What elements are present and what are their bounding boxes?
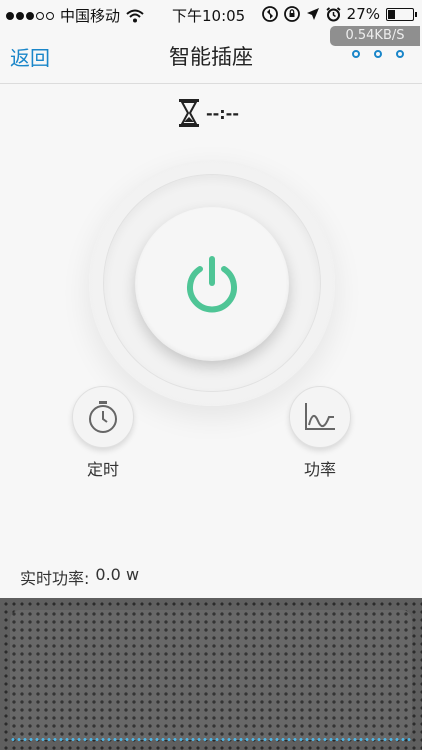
line-chart-icon (305, 403, 335, 430)
stopwatch-icon (89, 401, 117, 433)
signal-icon (6, 11, 54, 20)
nav-bar: 返回 智能插座 (0, 28, 422, 84)
realtime-power: 实时功率: 0.0 w (20, 565, 139, 589)
alarm-icon (326, 6, 341, 21)
realtime-power-label: 实时功率: (20, 569, 90, 588)
status-left: 中国移动 (6, 5, 144, 26)
hourglass-icon (179, 99, 199, 127)
timer-label: 定时 (86, 460, 119, 479)
power-button[interactable] (135, 207, 289, 361)
more-options-button[interactable] (352, 50, 404, 58)
speaker-grille-inner (10, 610, 412, 740)
carrier-name: 中国移动 (60, 7, 121, 25)
wifi-icon (126, 9, 144, 22)
realtime-power-value: 0.0 w (95, 565, 140, 584)
more-dot-icon (374, 50, 382, 58)
lock-rotation-icon (283, 6, 300, 22)
sync-icon (261, 6, 278, 22)
status-right: 27% (261, 5, 417, 23)
countdown-text: --:-- (206, 103, 239, 123)
power-stats-button[interactable] (289, 386, 351, 448)
more-dot-icon (396, 50, 404, 58)
countdown-row: --:-- (178, 98, 239, 128)
battery-icon (386, 7, 417, 21)
timer-button[interactable] (72, 386, 134, 448)
bottom-dotted-line (10, 738, 412, 741)
power-icon (187, 256, 237, 313)
more-dot-icon (352, 50, 360, 58)
screen: 中国移动 下午10:05 27% 0.54KB/S 返回 智能插座 --:-- … (0, 0, 422, 750)
location-icon (306, 8, 319, 20)
status-time: 下午10:05 (172, 7, 246, 25)
power-label: 功率 (303, 460, 336, 479)
battery-percent: 27% (346, 5, 380, 23)
status-bar: 中国移动 下午10:05 27% (0, 0, 422, 28)
